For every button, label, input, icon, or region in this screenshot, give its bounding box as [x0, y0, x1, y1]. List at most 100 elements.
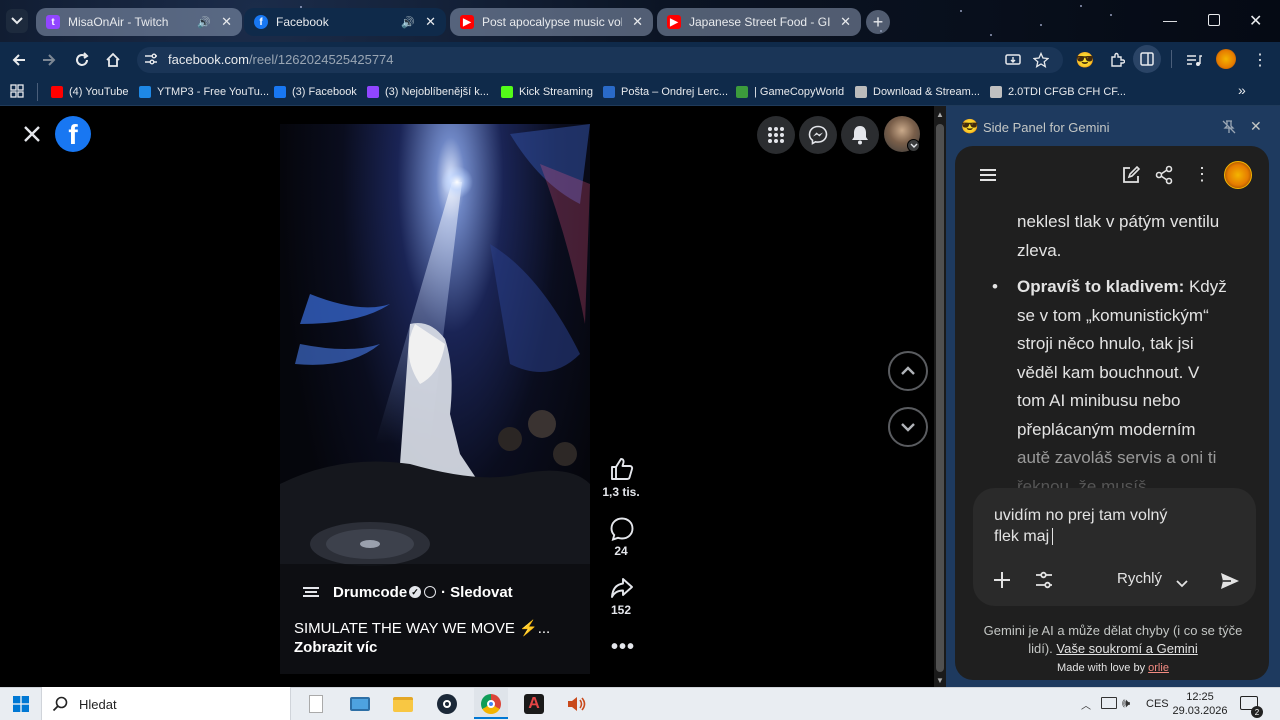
- channel-name[interactable]: Drumcode: [333, 584, 407, 601]
- menu-grid-button[interactable]: [757, 116, 795, 154]
- bookmark-item[interactable]: Download & Stream...: [855, 84, 980, 100]
- hamburger-menu-icon[interactable]: [978, 166, 998, 184]
- unpin-icon[interactable]: [1222, 120, 1236, 134]
- chrome-icon[interactable]: [477, 690, 505, 718]
- add-attachment-button[interactable]: [991, 569, 1013, 591]
- tab-japanese-street-food[interactable]: ▶ Japanese Street Food - GIANT ✕: [657, 8, 861, 36]
- scroll-down-arrow[interactable]: ▼: [936, 676, 944, 685]
- show-hidden-icons[interactable]: ︿: [1081, 697, 1091, 712]
- bookmark-label: 2.0TDI CFGB CFH CF...: [1008, 86, 1126, 98]
- extensions-puzzle-icon[interactable]: [1106, 49, 1128, 71]
- steam-icon[interactable]: [433, 690, 461, 718]
- audio-app-icon[interactable]: [563, 690, 591, 718]
- forward-button[interactable]: [38, 49, 60, 71]
- more-vert-icon[interactable]: ⋮: [1193, 164, 1211, 185]
- disclaimer-line: Gemini je AI a může dělat chyby (i co se…: [983, 623, 1243, 638]
- chevron-down-icon[interactable]: [1176, 575, 1188, 588]
- like-button[interactable]: [609, 456, 635, 482]
- bookmark-item[interactable]: | GameCopyWorld: [736, 84, 844, 100]
- side-panel-toggle[interactable]: [1133, 45, 1161, 73]
- follow-button[interactable]: · Sledovat: [441, 584, 513, 601]
- start-button[interactable]: [7, 690, 35, 718]
- model-mode-select[interactable]: Rychlý: [1117, 570, 1162, 587]
- reload-button[interactable]: [71, 49, 93, 71]
- close-icon[interactable]: ✕: [840, 14, 851, 30]
- task-view-icon[interactable]: [346, 690, 374, 718]
- verified-badge-icon: ✓: [409, 586, 421, 598]
- profile-avatar[interactable]: [1216, 49, 1236, 69]
- close-icon[interactable]: ✕: [425, 14, 436, 30]
- author-link[interactable]: orlie: [1148, 662, 1169, 674]
- next-reel-button[interactable]: [888, 407, 928, 447]
- bookmark-item[interactable]: Kick Streaming: [501, 84, 593, 100]
- install-app-icon[interactable]: [1002, 49, 1024, 71]
- previous-reel-button[interactable]: [888, 351, 928, 391]
- facebook-icon: [274, 86, 286, 98]
- thumbs-up-icon: [611, 458, 634, 480]
- bookmark-item[interactable]: (4) YouTube: [51, 84, 129, 100]
- network-icon[interactable]: [1101, 697, 1117, 709]
- notifications-button[interactable]: [841, 116, 879, 154]
- maximize-button[interactable]: [1208, 14, 1220, 26]
- language-indicator[interactable]: CES: [1146, 698, 1169, 710]
- blank-document-icon[interactable]: [302, 690, 330, 718]
- plus-icon: [994, 572, 1010, 588]
- gemini-response: neklesl tlak v pátým ventilu zleva. • Op…: [992, 208, 1242, 488]
- youtube-icon: ▶: [460, 15, 474, 29]
- messenger-button[interactable]: [799, 116, 837, 154]
- bookmark-item[interactable]: Pošta – Ondrej Lerc...: [603, 84, 728, 100]
- share-button[interactable]: [609, 575, 635, 601]
- scrollbar-thumb[interactable]: [936, 124, 944, 672]
- bookmark-star-icon[interactable]: [1030, 49, 1052, 71]
- tab-post-apocalypse[interactable]: ▶ Post apocalypse music vol.1 - Y ✕: [450, 8, 653, 36]
- bookmark-item[interactable]: (3) Facebook: [274, 84, 357, 100]
- comment-button[interactable]: [609, 516, 635, 542]
- bookmark-item[interactable]: YTMP3 - Free YouTu...: [139, 84, 269, 100]
- volume-icon[interactable]: 🕪: [1122, 695, 1130, 711]
- tab-facebook[interactable]: f Facebook 🔊 ✕: [244, 8, 446, 36]
- speaker-icon[interactable]: 🔊: [401, 16, 415, 29]
- more-options-icon[interactable]: •••: [611, 636, 635, 659]
- more-menu-icon[interactable]: ⋮: [1249, 49, 1271, 71]
- app-a-icon[interactable]: A: [520, 690, 548, 718]
- close-icon[interactable]: ✕: [632, 14, 643, 30]
- speaker-icon[interactable]: 🔊: [197, 16, 211, 29]
- channel-logo-icon: [302, 585, 320, 599]
- account-dropdown[interactable]: [907, 139, 920, 152]
- twitch-icon: t: [46, 15, 60, 29]
- media-control-icon[interactable]: [1183, 49, 1205, 71]
- new-chat-icon[interactable]: [1121, 165, 1141, 185]
- minimize-button[interactable]: —: [1163, 12, 1177, 28]
- clock[interactable]: 12:25 29.03.2026: [1172, 690, 1228, 718]
- prompt-text[interactable]: uvidím no prej tam volný flek maj: [994, 505, 1234, 547]
- bookmark-item[interactable]: 2.0TDI CFGB CFH CF...: [990, 84, 1126, 100]
- site-info-icon[interactable]: [143, 51, 159, 67]
- close-window-button[interactable]: ✕: [1249, 11, 1262, 31]
- new-tab-button[interactable]: +: [866, 10, 890, 34]
- close-icon[interactable]: ✕: [221, 14, 232, 30]
- apps-grid-icon[interactable]: [10, 84, 24, 98]
- facebook-logo[interactable]: f: [55, 116, 91, 152]
- tab-search-button[interactable]: [6, 9, 28, 33]
- privacy-globe-icon: [424, 586, 436, 598]
- send-button[interactable]: [1219, 570, 1241, 592]
- close-side-panel-button[interactable]: ✕: [1250, 118, 1262, 135]
- user-avatar[interactable]: [1224, 161, 1252, 189]
- tab-twitch[interactable]: t MisaOnAir - Twitch 🔊 ✕: [36, 8, 242, 36]
- file-explorer-icon[interactable]: [389, 690, 417, 718]
- document-icon: [855, 86, 867, 98]
- back-button[interactable]: [8, 49, 30, 71]
- url-text[interactable]: facebook.com/reel/1262024525425774: [168, 52, 394, 67]
- share-icon[interactable]: [1154, 165, 1174, 185]
- bookmark-item[interactable]: (3) Nejoblíbenější k...: [367, 84, 489, 100]
- privacy-link[interactable]: Vaše soukromí a Gemini: [1056, 641, 1197, 656]
- home-button[interactable]: [102, 49, 124, 71]
- scroll-up-arrow[interactable]: ▲: [936, 110, 944, 119]
- tools-button[interactable]: [1033, 569, 1055, 591]
- gemini-extension-icon[interactable]: 😎: [1074, 49, 1096, 71]
- bookmarks-overflow-icon[interactable]: »: [1238, 82, 1246, 98]
- show-more-link[interactable]: Zobrazit víc: [294, 639, 377, 656]
- response-line: řeknou, že musíš: [1017, 476, 1147, 489]
- response-line: neklesl tlak v pátým ventilu: [1017, 212, 1220, 231]
- close-reel-button[interactable]: [20, 122, 44, 146]
